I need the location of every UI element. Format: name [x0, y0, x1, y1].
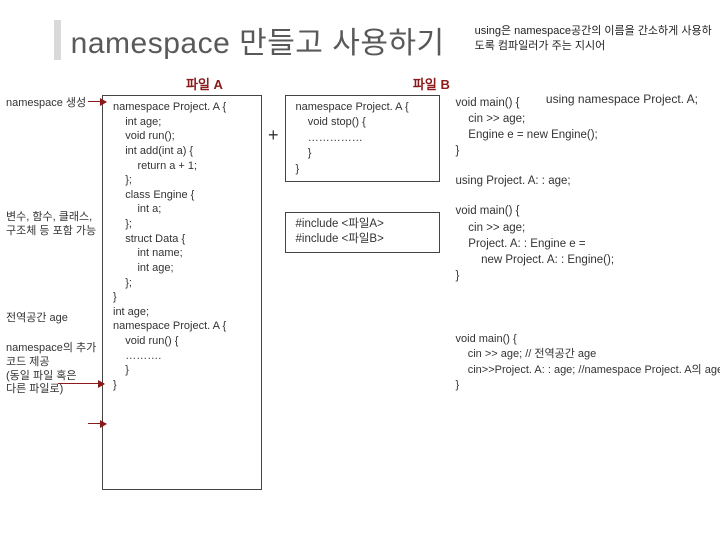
right-examples: void main() { cin >> age; Engine e = new…: [456, 95, 676, 408]
note-add-code: namespace의 추가 코드 제공 (동일 파일 혹은 다른 파일로): [6, 342, 102, 397]
example-using-age: using Project. A: : age;: [456, 173, 676, 189]
example-main-3: void main() { cin >> age; // 전역공간 age ci…: [456, 332, 676, 394]
header-file-a: 파일 A: [186, 74, 223, 93]
plus-symbol: +: [262, 125, 285, 146]
title-row: namespace 만들고 사용하기 using은 namespace공간의 이…: [0, 0, 720, 66]
file-headers: 파일 A 파일 B: [0, 74, 720, 93]
arrow-icon: [88, 423, 106, 424]
header-file-b: 파일 B: [413, 74, 450, 93]
note-namespace-create: namespace 생성: [6, 97, 102, 111]
example-main-1: void main() { cin >> age; Engine e = new…: [456, 95, 676, 159]
note-global-age: 전역공간 age: [6, 312, 102, 326]
file-b-code: namespace Project. A { void stop() { …………: [285, 95, 440, 182]
file-b-column: namespace Project. A { void stop() { …………: [285, 95, 440, 253]
left-annotations: namespace 생성 변수, 함수, 클래스, 구조체 등 포함 가능 전역…: [6, 95, 102, 413]
include-code: #include <파일A> #include <파일B>: [285, 212, 440, 253]
page-title: namespace 만들고 사용하기: [71, 18, 445, 62]
arrow-icon: [58, 383, 104, 384]
using-note: using은 namespace공간의 이름을 간소하게 사용하도록 컴파일러가…: [475, 24, 720, 54]
note-includes: 변수, 함수, 클래스, 구조체 등 포함 가능: [6, 211, 102, 239]
content-columns: namespace 생성 변수, 함수, 클래스, 구조체 등 포함 가능 전역…: [0, 93, 720, 490]
arrow-icon: [88, 101, 106, 102]
file-a-code: namespace Project. A { int age; void run…: [102, 95, 262, 490]
title-accent-bar: [54, 20, 61, 60]
example-main-2: void main() { cin >> age; Project. A: : …: [456, 203, 676, 283]
